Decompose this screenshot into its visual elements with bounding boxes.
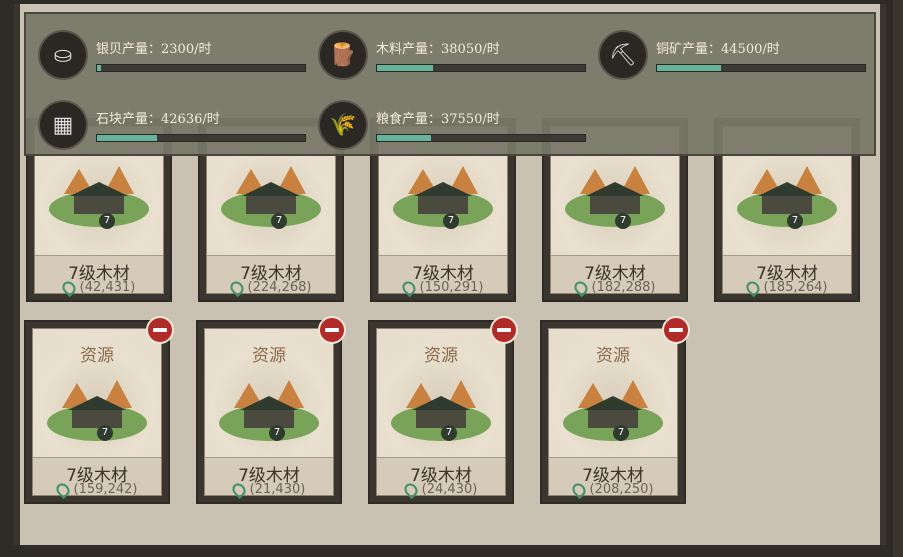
location-pin-icon	[743, 278, 762, 297]
production-bar-fill	[377, 65, 434, 71]
stat-copper: ⛏ 铜矿产量：44500/时	[586, 26, 866, 78]
stat-label: 石块产量：42636/时	[96, 112, 220, 127]
production-bar-fill	[377, 135, 432, 141]
sawmill-illustration: 资源 7	[205, 329, 333, 457]
card-coordinate[interactable]: (24,430)	[377, 480, 505, 499]
level-badge: 7	[787, 213, 803, 229]
stone-block-icon: ▦	[40, 102, 86, 148]
scrollbar[interactable]	[893, 0, 903, 557]
stat-wood: 🪵 木料产量：38050/时	[306, 26, 586, 78]
card-coordinate[interactable]: (185,264)	[723, 278, 851, 297]
production-bar	[376, 64, 586, 72]
production-bar-fill	[97, 65, 102, 71]
production-stats-panel: ⛀ 银贝产量：2300/时 🪵 木料产量：38050/时 ⛏ 铜矿产量：4450…	[24, 12, 876, 156]
wood-logs-icon: 🪵	[320, 32, 366, 78]
production-bar-fill	[657, 65, 722, 71]
grain-sack-icon: 🌾	[320, 102, 366, 148]
stat-label: 银贝产量：2300/时	[96, 42, 212, 57]
level-badge: 7	[97, 425, 113, 441]
resource-card[interactable]: 资源 7 7级木材 (159,242)	[24, 316, 174, 504]
resource-card[interactable]: 资源 7 7级木材 (21,430)	[196, 316, 346, 504]
card-type-label: 资源	[424, 346, 458, 366]
stat-label: 铜矿产量：44500/时	[656, 42, 780, 57]
production-bar	[96, 134, 306, 142]
card-type-label: 资源	[596, 346, 630, 366]
stat-grain: 🌾 粮食产量：37550/时	[306, 96, 586, 148]
location-pin-icon	[399, 278, 418, 297]
card-coordinate[interactable]: (159,242)	[33, 480, 161, 499]
card-coordinate[interactable]: (42,431)	[35, 278, 163, 297]
location-pin-icon	[53, 480, 72, 499]
card-coordinate[interactable]: (150,291)	[379, 278, 507, 297]
production-bar	[656, 64, 866, 72]
resource-card[interactable]: 资源 7 7级木材 (24,430)	[368, 316, 518, 504]
level-badge: 7	[613, 425, 629, 441]
sawmill-illustration: 资源 7	[549, 329, 677, 457]
level-badge: 7	[269, 425, 285, 441]
card-type-label: 资源	[80, 346, 114, 366]
level-badge: 7	[441, 425, 457, 441]
copper-ore-icon: ⛏	[600, 32, 646, 78]
card-coordinate[interactable]: (208,250)	[549, 480, 677, 499]
remove-button[interactable]	[662, 316, 690, 344]
minus-icon	[325, 328, 339, 332]
sawmill-illustration: 资源 7	[377, 329, 505, 457]
location-pin-icon	[229, 480, 248, 499]
card-coordinate[interactable]: (21,430)	[205, 480, 333, 499]
remove-button[interactable]	[318, 316, 346, 344]
resource-card[interactable]: 资源 7 7级木材 (208,250)	[540, 316, 690, 504]
silver-coin-icon: ⛀	[40, 32, 86, 78]
production-bar	[96, 64, 306, 72]
stat-stone: ▦ 石块产量：42636/时	[26, 96, 306, 148]
level-badge: 7	[443, 213, 459, 229]
level-badge: 7	[99, 213, 115, 229]
production-bar	[376, 134, 586, 142]
location-pin-icon	[569, 480, 588, 499]
location-pin-icon	[571, 278, 590, 297]
minus-icon	[497, 328, 511, 332]
card-coordinate[interactable]: (182,288)	[551, 278, 679, 297]
stat-silver: ⛀ 银贝产量：2300/时	[26, 26, 306, 78]
stat-label: 木料产量：38050/时	[376, 42, 500, 57]
remove-button[interactable]	[490, 316, 518, 344]
minus-icon	[669, 328, 683, 332]
location-pin-icon	[227, 278, 246, 297]
stat-label: 粮食产量：37550/时	[376, 112, 500, 127]
remove-button[interactable]	[146, 316, 174, 344]
level-badge: 7	[271, 213, 287, 229]
card-coordinate[interactable]: (224,268)	[207, 278, 335, 297]
location-pin-icon	[401, 480, 420, 499]
location-pin-icon	[59, 278, 78, 297]
production-bar-fill	[97, 135, 158, 141]
card-type-label: 资源	[252, 346, 286, 366]
level-badge: 7	[615, 213, 631, 229]
minus-icon	[153, 328, 167, 332]
sawmill-illustration: 资源 7	[33, 329, 161, 457]
